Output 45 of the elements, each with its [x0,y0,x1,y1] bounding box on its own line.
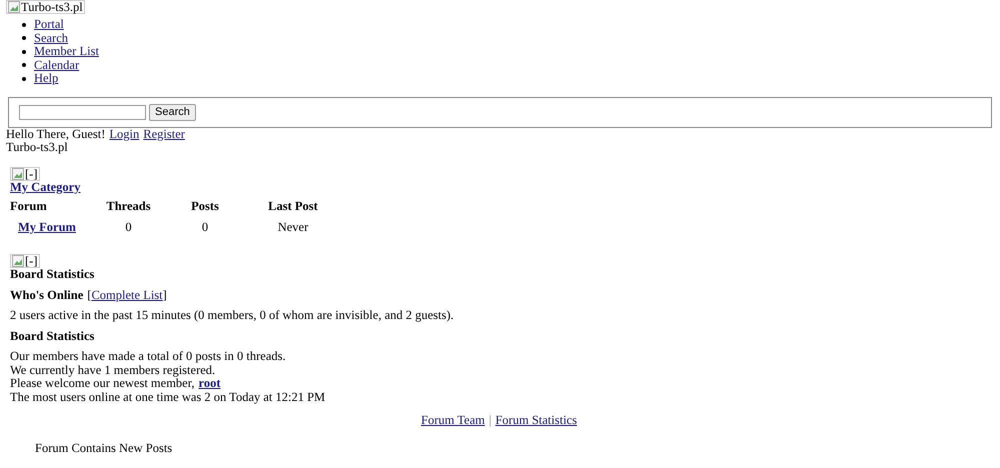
category-link[interactable]: My Category [10,180,80,194]
bullet-icon [22,76,26,81]
column-header: Last Post [267,200,319,214]
legend-text: Forum Contains New Posts [34,442,174,455]
search-button[interactable]: Search [149,104,196,120]
table-cell-text: 0 [124,220,133,234]
nav-link[interactable]: Help [34,72,58,86]
nav-link[interactable]: Calendar [34,58,80,72]
table-cell-text: Never [276,220,310,234]
stats-text: We currently have 1 members registered. [10,364,216,377]
bullet-icon [22,50,26,54]
broken-image-icon [12,255,24,267]
search-field[interactable] [19,104,146,120]
online-text: 2 users active in the past 15 minutes (0 members, 0 of whom are invisible, and 2 guests). [10,309,455,322]
section-title: Board Statistics [10,268,96,282]
column-header: Posts [190,200,220,214]
bullet-icon [22,36,26,40]
column-header: Threads [105,200,152,214]
logo-alt-text: Turbo-ts3.pl [21,1,83,13]
column-header: Forum [10,200,48,214]
nav-link[interactable]: Member List [34,45,99,58]
footer-link[interactable]: Forum Team [421,414,485,428]
auth-link[interactable]: Login [109,128,140,141]
bracket: [ [87,288,92,302]
stats-text: Our members have made a total of 0 posts in 0 threads. [10,350,287,364]
broken-image-icon [12,168,24,180]
complete-list-link[interactable]: Complete List [91,288,163,302]
section-heading: Board Statistics [10,330,96,343]
site-name: Turbo-ts3.pl [6,141,69,154]
bracket: ] [162,288,167,302]
section-heading: Who's Online [10,288,84,302]
stats-text: The most users online at one time was 2 on Today at 12:21 PM [10,390,326,404]
broken-image-icon [8,1,20,13]
forum-link[interactable]: My Forum [18,220,76,234]
nav-link[interactable]: Search [34,32,68,45]
member-link[interactable]: root [198,377,221,390]
stats-text: Please welcome our newest member, [10,377,195,390]
bullet-icon [22,22,26,27]
separator: | [488,414,492,428]
welcome-text: Hello There, Guest! [6,128,106,141]
auth-link[interactable]: Register [143,128,185,141]
bullet-icon [22,63,26,68]
table-cell-text: 0 [200,220,210,234]
footer-link[interactable]: Forum Statistics [495,414,577,428]
nav-link[interactable]: Portal [34,18,64,32]
